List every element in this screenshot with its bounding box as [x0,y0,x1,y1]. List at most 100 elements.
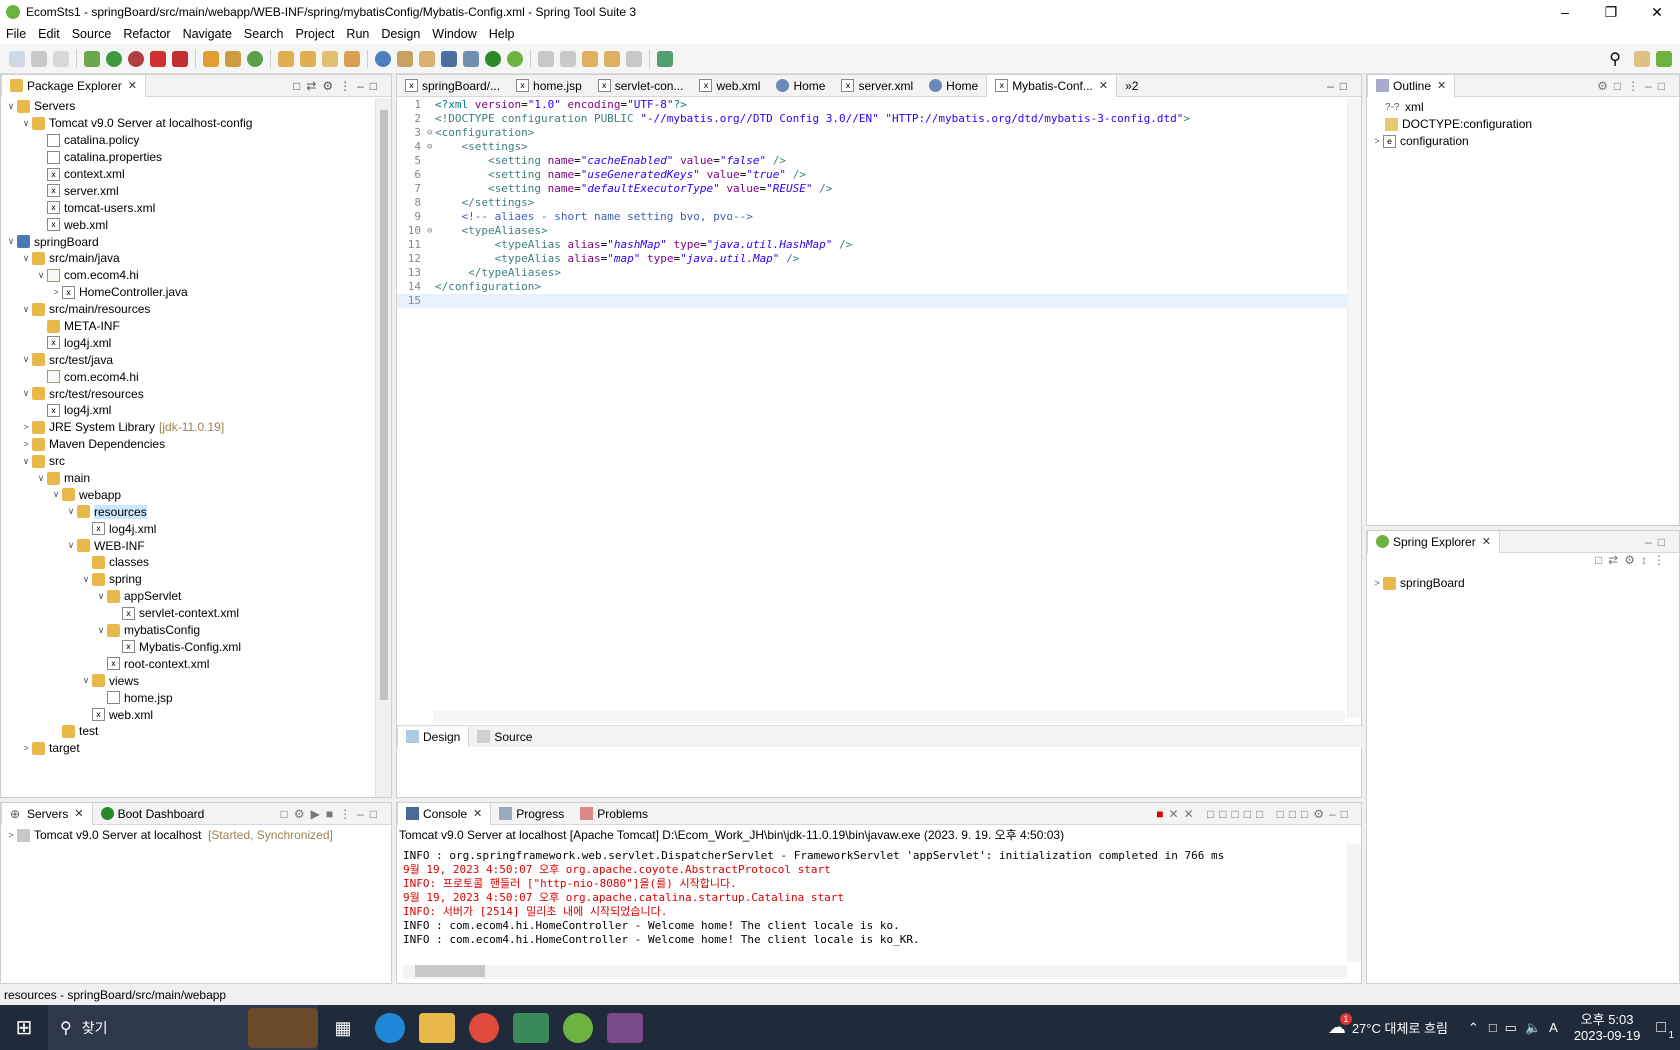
tab-boot-dashboard[interactable]: Boot Dashboard [93,803,213,825]
terminate-icon[interactable]: ■ [1156,807,1168,821]
close-window-button[interactable]: ✕ [1634,4,1680,21]
last-edit-icon[interactable] [582,50,598,67]
tree-item[interactable]: x context.xml [1,166,375,183]
menu-run[interactable]: Run [346,27,369,41]
new-java-project-icon[interactable] [203,50,219,67]
display-icon[interactable]: ▭ [1505,1020,1517,1036]
expand-arrow-icon[interactable]: ∨ [50,489,62,500]
close-icon[interactable]: ✕ [74,807,83,820]
tray-chevron-icon[interactable]: ⌃ [1468,1020,1479,1036]
editor-tab[interactable]: Home [921,75,986,97]
tree-item[interactable]: home.jsp [1,689,375,706]
menu-file[interactable]: File [6,27,26,41]
volume-icon[interactable]: 🔈 [1525,1020,1541,1036]
tree-item[interactable]: classes [1,554,375,571]
expand-arrow-icon[interactable]: ∨ [80,675,92,686]
tree-item[interactable]: ∨ spring [1,571,375,588]
tree-item[interactable]: > target [1,740,375,757]
console-vscroll[interactable] [1347,844,1361,962]
tree-item[interactable]: ∨ src/main/java [1,250,375,267]
task-view-icon[interactable]: ▦ [325,1013,361,1043]
outline-toolbar-icons[interactable]: ⚙□⋮–□ [1597,79,1671,93]
console-output[interactable]: INFO : org.springframework.web.servlet.D… [403,849,1343,947]
app-icon[interactable] [513,1012,549,1043]
prev-annotation-icon[interactable] [560,50,576,67]
console-hscroll[interactable] [403,965,1347,979]
tab-progress[interactable]: Progress [491,803,572,825]
tree-item[interactable]: x log4j.xml [1,520,375,537]
menu-project[interactable]: Project [296,27,335,41]
tree-item[interactable]: x log4j.xml [1,402,375,419]
sts-taskbar-icon[interactable] [563,1012,593,1043]
expand-arrow-icon[interactable]: > [20,439,32,449]
tree-item[interactable]: ∨ Tomcat v9.0 Server at localhost-config [1,115,375,132]
file-explorer-icon[interactable] [419,1012,455,1043]
tree-item[interactable]: catalina.policy [1,132,375,149]
weather-icon[interactable]: ☁ 1 [1328,1013,1352,1038]
close-icon[interactable]: ✕ [1437,79,1446,92]
expand-arrow-icon[interactable]: ∨ [95,591,107,602]
menu-help[interactable]: Help [489,27,515,41]
annotation-icon[interactable] [419,50,435,67]
spring-perspective-icon[interactable] [1656,50,1672,67]
tree-item[interactable]: ∨ mybatisConfig [1,622,375,639]
menu-source[interactable]: Source [72,27,112,41]
expand-arrow-icon[interactable]: ∨ [35,270,47,281]
tree-item[interactable]: ∨ webapp [1,486,375,503]
outline-item-xml[interactable]: ?-? xml [1367,99,1679,116]
tree-item[interactable]: x web.xml [1,706,375,723]
tree-item[interactable]: test [1,723,375,740]
menu-window[interactable]: Window [432,27,476,41]
expand-arrow-icon[interactable]: > [50,287,62,297]
console-toolbar-icons[interactable]: ■✕✕ □□□□□ □□□⚙–□ [1156,807,1353,821]
new-class-icon[interactable] [247,50,263,67]
hourglass-icon[interactable] [397,50,413,67]
editor-tab[interactable]: »2 [1117,75,1146,97]
tree-item[interactable]: ∨ WEB-INF [1,537,375,554]
tab-console[interactable]: Console ✕ [397,802,492,825]
close-icon[interactable]: ✕ [1099,79,1108,92]
menu-navigate[interactable]: Navigate [183,27,232,41]
view-toolbar-icons[interactable]: □⇄⚙⋮–□ [293,79,383,93]
pin-icon[interactable] [463,50,479,67]
outline-item-doctype[interactable]: DOCTYPE:configuration [1367,116,1679,133]
maximize-button[interactable]: ❐ [1588,4,1634,21]
expand-arrow-icon[interactable]: ∨ [95,625,107,636]
expand-arrow-icon[interactable]: > [20,422,32,432]
tab-servers[interactable]: ⊕ Servers ✕ [1,802,93,825]
expand-arrow-icon[interactable]: > [1371,578,1383,588]
monitor-icon[interactable] [441,50,457,67]
editor-tab[interactable]: x web.xml [691,75,768,97]
task-icon[interactable] [344,50,360,67]
expand-arrow-icon[interactable]: ∨ [5,101,17,112]
server-row[interactable]: > Tomcat v9.0 Server at localhost [Start… [1,827,391,844]
editor-tab[interactable]: x server.xml [833,75,921,97]
open-perspective-icon[interactable] [1634,50,1650,67]
back-icon[interactable] [604,50,620,67]
windows-start-icon[interactable]: ⊞ [0,1015,48,1040]
tree-item[interactable]: > Maven Dependencies [1,436,375,453]
expand-arrow-icon[interactable]: ∨ [20,304,32,315]
tree-item[interactable]: > JRE System Library [jdk-11.0.19] [1,419,375,436]
editor-tab[interactable]: x Mybatis-Conf... ✕ [986,74,1118,97]
editor-tab[interactable]: Home [768,75,833,97]
expand-arrow-icon[interactable]: ∨ [20,354,32,365]
outline-item-configuration[interactable]: > e configuration [1367,133,1679,150]
tab-package-explorer[interactable]: Package Explorer ✕ [1,74,146,97]
notification-icon[interactable]: □ 1 [1656,1019,1674,1041]
tree-item[interactable]: x Mybatis-Config.xml [1,639,375,656]
tree-item[interactable]: ∨ Servers [1,98,375,115]
pin-editor-icon[interactable] [657,50,673,67]
tab-design[interactable]: Design [397,726,470,747]
next-annotation-icon[interactable] [538,50,554,67]
edge-icon[interactable] [375,1012,405,1043]
external-tools-icon[interactable] [128,50,144,67]
expand-arrow-icon[interactable]: ∨ [20,253,32,264]
spring-explorer-item[interactable]: > springBoard [1367,575,1679,592]
tree-item[interactable]: x web.xml [1,216,375,233]
new-icon[interactable] [9,50,25,67]
expand-arrow-icon[interactable]: ∨ [20,456,32,467]
tree-item[interactable]: com.ecom4.hi [1,368,375,385]
editor-hscroll[interactable] [433,711,1345,723]
expand-arrow-icon[interactable]: ∨ [80,574,92,585]
